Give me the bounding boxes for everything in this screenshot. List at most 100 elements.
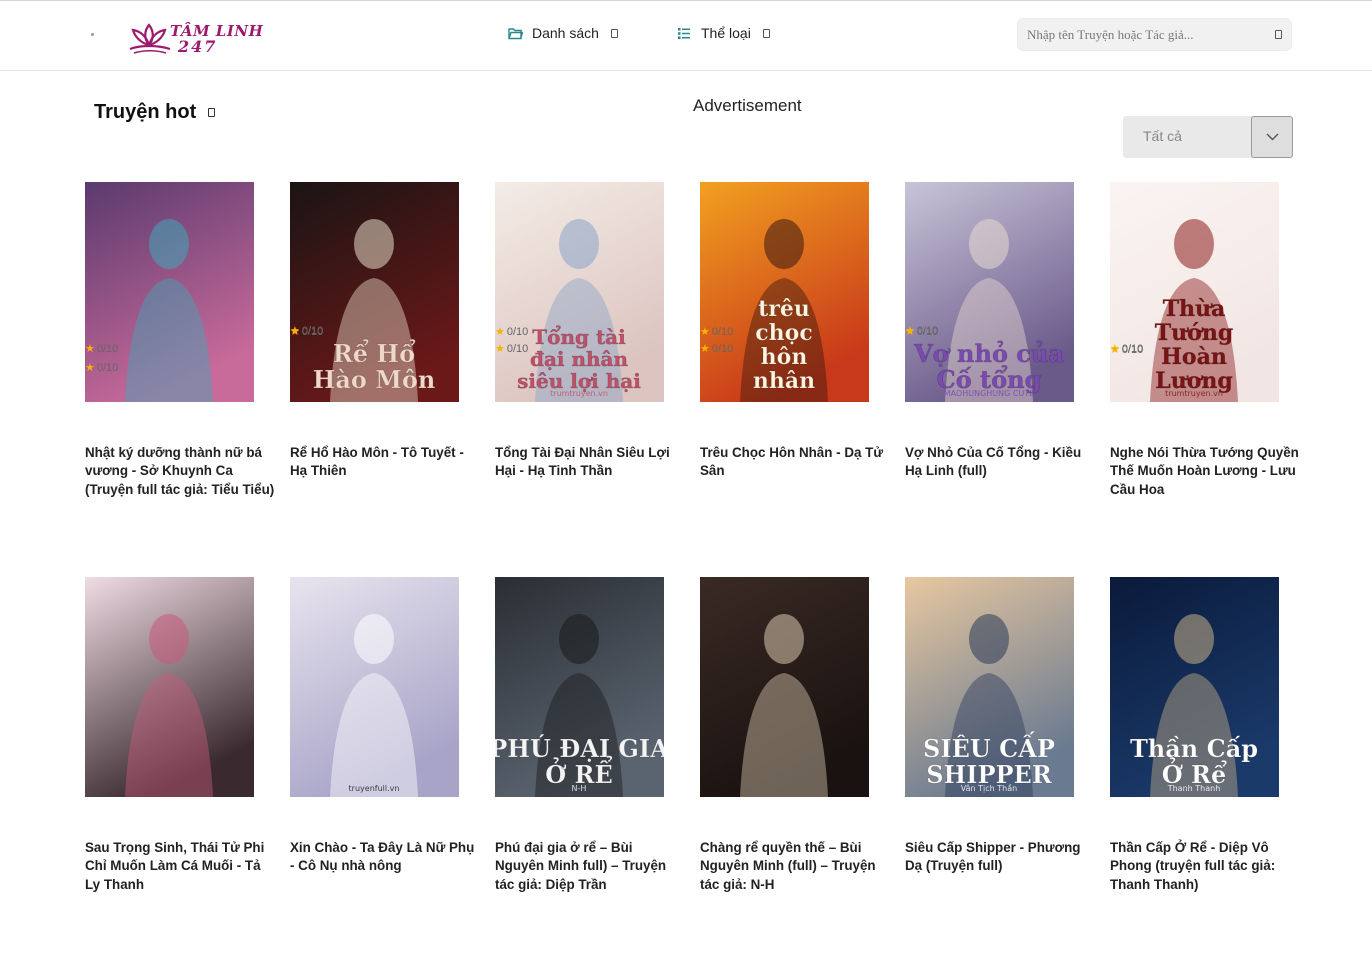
cover-artwork: Thần CấpỞ RểThanh Thanh [1110,577,1279,797]
story-cover-image[interactable]: PHÚ ĐẠI GIA Ở RỂ N-H [495,577,664,797]
star-icon: ★ [1110,343,1120,355]
cover-credit-text: N-H [572,784,587,793]
cover-figure-head [764,614,804,664]
story-title-link[interactable]: Sau Trọng Sinh, Thái Tử Phi Chỉ Muốn Làm… [85,839,275,894]
story-cover-image[interactable]: SIÊU CẤP SHIPPER Vân Tịch Thần [905,577,1074,797]
rating-value: 0/10 [506,342,529,355]
logo-number: 247 [178,37,218,56]
site-logo[interactable]: TÂM LINH 247 [126,19,263,59]
star-icon: ★ [85,343,95,355]
story-title-link[interactable]: Thần Cấp Ở Rể - Diệp Vô Phong (truyện fu… [1110,839,1300,894]
cover-title-text: đại nhân [530,347,629,371]
lotus-logo-icon [129,23,171,54]
cover-title-text: SIÊU CẤP [923,731,1055,763]
cover-figure-head [559,219,599,269]
list-icon [676,25,692,41]
story-title-link[interactable]: Trêu Chọc Hôn Nhân - Dạ Tử Sân [700,444,890,481]
cover-artwork: trêuchọchônnhân [700,182,869,402]
cover-title-text: Tổng tài [532,324,626,349]
star-icon: ★ [905,325,915,337]
star-icon: ★ [290,325,300,337]
cover-figure-head [1174,219,1214,269]
story-rating: ★ 0/10 [1110,342,1144,356]
cover-title-text: Hoàn [1161,344,1227,370]
filter-dropdown-button[interactable] [1251,116,1293,158]
search-icon[interactable] [1275,30,1282,39]
cover-credit-text: Vân Tịch Thần [961,783,1017,794]
story-title-link[interactable]: Xin Chào - Ta Đây Là Nữ Phụ - Cô Nụ nhà … [290,839,480,876]
story-cover-image[interactable] [85,577,254,797]
search-input[interactable] [1018,19,1258,50]
cover-title-text: Rể Hổ [333,339,416,368]
section-title: Truyện hot [94,101,197,123]
story-title-link[interactable]: Phú đại gia ở rể – Bùi Nguyên Minh full)… [495,839,685,894]
story-rating: ★ 0/10 [700,342,734,356]
story-title-link[interactable]: Chàng rể quyền thế – Bùi Nguyên Minh (fu… [700,839,890,894]
chevron-down-icon [762,28,770,38]
story-cover-image[interactable]: Tổng tài đại nhân siêu lợi hại trumtruyen.v… [495,182,664,402]
rating-value: 0/10 [301,324,324,337]
rating-value: 0/10 [916,324,939,337]
story-title-link[interactable]: Rể Hổ Hào Môn - Tô Tuyết - Hạ Thiên [290,444,480,481]
nav-list-label: Danh sách [532,25,599,41]
cover-figure-head [149,614,189,664]
cover-figure-head [969,614,1009,664]
chevron-down-icon [1266,133,1278,141]
rating-value: 0/10 [711,325,734,338]
star-icon: ★ [495,343,505,355]
star-icon: ★ [700,343,710,355]
cover-figure-head [149,219,189,269]
advertisement-label: Advertisement [693,96,802,115]
nav-genre-menu[interactable]: Thể loại [676,25,770,41]
star-icon: ★ [700,326,710,338]
cover-title-text: PHÚ ĐẠI GIA [495,734,664,763]
rating-value: 0/10 [96,342,119,355]
cover-title-text: chọc [755,320,812,346]
chevron-down-icon [610,28,618,38]
rating-value: 0/10 [506,325,529,338]
cover-title-text: Hào Môn [313,365,436,394]
nav-genre-label: Thể loại [701,25,751,41]
cover-title-text: Thừa [1163,296,1226,322]
story-cover-image[interactable]: Rể Hổ Hào Môn [290,182,459,402]
story-rating: ★ 0/10 [495,342,529,356]
star-icon: ★ [495,326,505,338]
cover-credit-text: trumtruyen.vn [1165,389,1223,398]
cover-figure-head [354,219,394,269]
cover-title-text: Tướng [1155,320,1233,346]
story-rating: ★ 0/10 [905,324,939,338]
story-title-link[interactable]: Vợ Nhỏ Của Cố Tổng - Kiều Hạ Linh (full) [905,444,1095,481]
story-cover-image[interactable]: trêu chọc hôn nhân [700,182,869,402]
top-navbar: TÂM LINH 247 Danh sách Thể loại [0,0,1372,71]
menu-dot-icon[interactable] [91,33,94,36]
story-cover-image[interactable]: Thần Cấp Ở Rể Thanh Thanh [1110,577,1279,797]
cover-title-text: hôn [761,344,808,370]
rating-value: 0/10 [711,342,734,355]
cover-artwork: ThừaTướngHoànLươngtrumtruyen.vn [1110,182,1279,402]
cover-credit-text: trumtruyen.vn [550,389,608,398]
cover-figure-head [1174,614,1214,664]
cover-figure-head [559,614,599,664]
story-title-link[interactable]: Siêu Cấp Shipper - Phương Dạ (Truyện ful… [905,839,1095,876]
section-heading: Truyện hot [94,101,216,124]
story-title-link[interactable]: Nghe Nói Thừa Tướng Quyền Thế Muốn Hoàn … [1110,444,1300,499]
story-cover-image[interactable]: Vợ nhỏ của Cố tổng MAOHUNGHUNG CUTE [905,182,1074,402]
filter-selected-value: Tất cả [1143,128,1182,144]
story-title-link[interactable]: Tổng Tài Đại Nhân Siêu Lợi Hại - Hạ Tinh… [495,444,685,481]
story-cover-image[interactable]: truyenfull.vn [290,577,459,797]
category-filter-select[interactable]: Tất cả [1123,116,1293,158]
cover-artwork: PHÚ ĐẠI GIAỞ RỂN-H [495,577,664,797]
story-cover-image[interactable]: Thừa Tướng Hoàn Lương trumtruyen.vn [1110,182,1279,402]
story-cover-image[interactable] [700,577,869,797]
story-rating: ★ 0/10 [290,324,324,338]
cover-figure-head [764,219,804,269]
nav-list-menu[interactable]: Danh sách [507,25,618,41]
cover-artwork: truyenfull.vn [290,577,459,797]
story-rating: ★ 0/10 [700,325,734,339]
star-icon: ★ [85,362,95,374]
rating-value: 0/10 [1121,342,1144,355]
search-box [1017,18,1292,51]
story-rating: ★ 0/10 [85,342,119,356]
story-title-link[interactable]: Nhật ký dưỡng thành nữ bá vương - Sở Khu… [85,444,275,499]
story-rating: ★ 0/10 [495,325,529,339]
